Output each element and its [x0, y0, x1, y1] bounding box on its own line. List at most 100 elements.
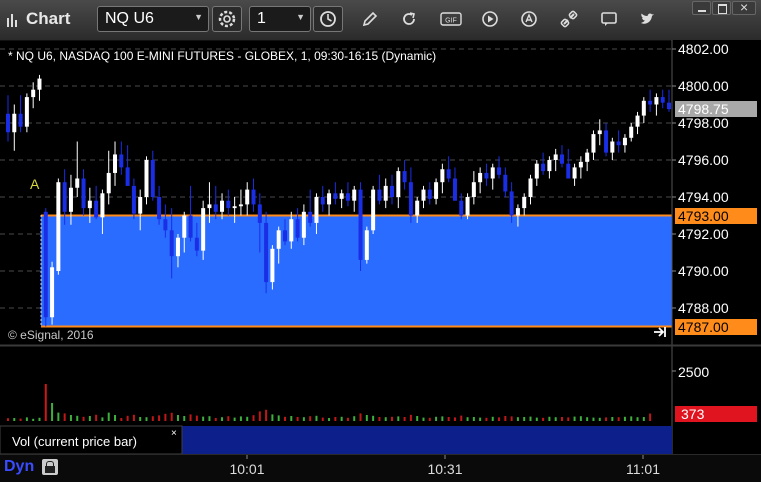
volume-bar — [283, 416, 286, 421]
gif-icon[interactable]: GIF — [440, 10, 462, 28]
volume-bar — [25, 417, 28, 421]
interval-value: 1 — [257, 10, 266, 27]
volume-bar — [529, 416, 532, 421]
candle-body — [509, 191, 514, 216]
candle-body — [207, 204, 212, 209]
candle-body — [320, 197, 325, 205]
chat-icon[interactable] — [600, 10, 618, 28]
volume-bar — [460, 415, 463, 421]
close-icon: × — [740, 0, 749, 15]
volume-bar — [409, 414, 412, 421]
volume-bar — [384, 417, 387, 421]
candle-body — [232, 206, 237, 209]
volume-bar — [44, 384, 47, 421]
candle-body — [452, 178, 457, 201]
dropdown-arrow-icon: ▼ — [194, 12, 203, 22]
volume-bar — [422, 417, 425, 421]
candle-body — [497, 167, 502, 175]
candle-body — [157, 197, 162, 220]
volume-bar — [176, 415, 179, 421]
candle-body — [364, 230, 369, 260]
volume-bar — [7, 418, 9, 421]
volume-bar — [76, 415, 79, 421]
clock-icon — [320, 11, 336, 27]
price-label: 4794.00 — [678, 189, 729, 205]
candle-body — [125, 167, 130, 186]
time-axis-bar: Dyn 10:01 10:31 11:01 — [0, 454, 761, 482]
volume-bar — [359, 413, 362, 421]
candle-body — [377, 189, 382, 201]
dropdown-arrow-icon: ▼ — [296, 12, 305, 22]
pencil-icon[interactable] — [361, 10, 379, 28]
volume-axis-tick: 2500 — [678, 364, 709, 380]
twitter-icon[interactable] — [638, 10, 656, 28]
candle-body — [616, 141, 621, 146]
candle-body — [427, 189, 432, 199]
candle-body — [402, 171, 407, 183]
volume-bar — [38, 417, 41, 421]
volume-bar — [485, 417, 488, 421]
candle-body — [106, 172, 111, 194]
candle-body — [610, 141, 615, 153]
volume-bar — [227, 416, 230, 421]
link-icon[interactable] — [560, 10, 578, 28]
candle-body — [238, 204, 243, 207]
target-icon[interactable] — [520, 10, 538, 28]
symbol-select[interactable]: NQ U6 ▼ — [97, 6, 209, 32]
time-template-button[interactable] — [313, 6, 343, 32]
volume-bar — [107, 412, 110, 421]
volume-bar — [535, 417, 538, 421]
candle-body — [478, 172, 483, 183]
candle-body — [150, 160, 155, 197]
candle-body — [667, 102, 671, 110]
candle-body — [220, 200, 225, 212]
time-label: 10:01 — [229, 461, 264, 477]
scroll-to-end-icon[interactable] — [654, 327, 666, 337]
volume-bar — [221, 417, 224, 421]
volume-bar — [542, 417, 545, 421]
candle-body — [81, 178, 86, 209]
maximize-button[interactable] — [712, 1, 731, 15]
volume-bar — [145, 417, 148, 421]
price-label: 4800.00 — [678, 78, 729, 94]
volume-bar — [649, 413, 652, 421]
volume-bar — [158, 415, 161, 421]
gear-icon — [218, 10, 236, 28]
minimize-button[interactable] — [692, 1, 711, 15]
candle-body — [654, 97, 659, 105]
study-close-icon[interactable]: × — [171, 428, 177, 439]
candle-body — [182, 215, 187, 238]
candle-body — [559, 154, 564, 164]
close-button[interactable]: × — [732, 0, 756, 15]
candle-body — [591, 134, 596, 153]
volume-bar — [586, 417, 589, 421]
candle-body — [408, 182, 413, 216]
play-icon[interactable] — [481, 10, 499, 28]
symbol-settings-button[interactable] — [212, 6, 242, 32]
candle-body — [471, 182, 476, 197]
volume-bar — [202, 416, 205, 421]
candle-body — [585, 152, 590, 162]
candle-body — [660, 97, 665, 103]
chart-area[interactable]: * NQ U6, NASDAQ 100 E-MINI FUTURES - GLO… — [0, 40, 761, 454]
time-axis[interactable]: 10:01 10:31 11:01 — [0, 455, 761, 482]
candle-body — [245, 189, 250, 205]
marker-label: A — [30, 176, 40, 192]
volume-bar — [63, 413, 66, 421]
volume-bar — [611, 417, 614, 421]
volume-bar — [453, 417, 456, 421]
volume-bar — [548, 416, 551, 421]
candle-body — [94, 200, 99, 218]
candle-body — [314, 197, 319, 223]
volume-bar — [296, 417, 299, 421]
candle-body — [635, 115, 640, 127]
volume-bar — [504, 416, 507, 421]
candle-body — [163, 219, 168, 231]
time-label: 11:01 — [626, 461, 660, 477]
candle-body — [446, 169, 451, 179]
volume-bar — [466, 417, 469, 421]
refresh-icon[interactable] — [400, 10, 418, 28]
interval-select[interactable]: 1 ▼ — [249, 6, 311, 32]
candle-body — [308, 211, 313, 223]
volume-value: 373 — [681, 406, 705, 422]
